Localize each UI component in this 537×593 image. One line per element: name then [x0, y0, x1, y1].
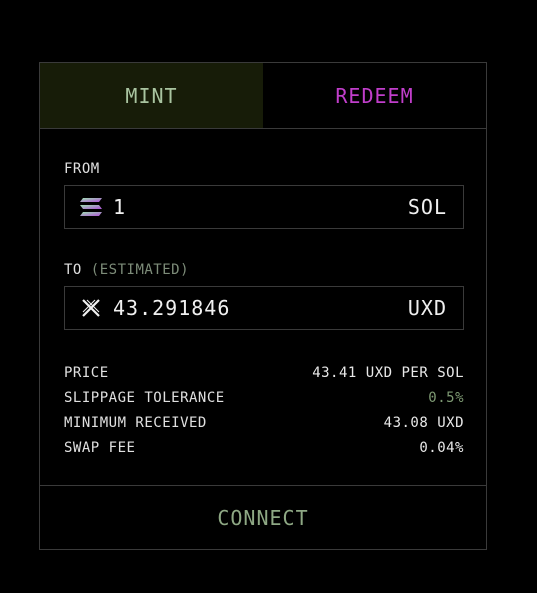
fee-row: SWAP FEE 0.04% [64, 436, 464, 461]
to-field[interactable]: UXD [64, 286, 464, 330]
swap-card: MINT REDEEM FROM SOL TO (ESTIMATED) [39, 62, 487, 550]
from-amount-input[interactable] [113, 195, 408, 219]
uxd-icon [79, 296, 103, 320]
to-label: TO (ESTIMATED) [64, 262, 189, 278]
fee-value: 0.04% [419, 440, 464, 456]
price-row: PRICE 43.41 UXD PER SOL [64, 361, 464, 386]
tab-mint[interactable]: MINT [40, 63, 263, 128]
slippage-label: SLIPPAGE TOLERANCE [64, 390, 225, 406]
tab-redeem[interactable]: REDEEM [263, 63, 486, 128]
solana-icon [79, 195, 103, 219]
to-label-suffix: (ESTIMATED) [90, 262, 190, 278]
slippage-row: SLIPPAGE TOLERANCE 0.5% [64, 386, 464, 411]
slippage-value[interactable]: 0.5% [428, 386, 464, 411]
to-currency[interactable]: UXD [408, 296, 447, 320]
from-label: FROM [64, 161, 100, 177]
price-label: PRICE [64, 365, 109, 381]
from-currency[interactable]: SOL [408, 195, 447, 219]
mode-tabs: MINT REDEEM [40, 63, 486, 129]
to-label-text: TO [64, 262, 82, 278]
minimum-value: 43.08 UXD [383, 415, 464, 431]
minimum-row: MINIMUM RECEIVED 43.08 UXD [64, 411, 464, 436]
from-field[interactable]: SOL [64, 185, 464, 229]
price-value: 43.41 UXD PER SOL [312, 365, 464, 381]
minimum-label: MINIMUM RECEIVED [64, 415, 207, 431]
connect-button[interactable]: CONNECT [40, 485, 486, 549]
to-amount-input[interactable] [113, 296, 408, 320]
swap-details: PRICE 43.41 UXD PER SOL SLIPPAGE TOLERAN… [64, 361, 464, 461]
fee-label: SWAP FEE [64, 440, 136, 456]
from-label-text: FROM [64, 161, 100, 177]
